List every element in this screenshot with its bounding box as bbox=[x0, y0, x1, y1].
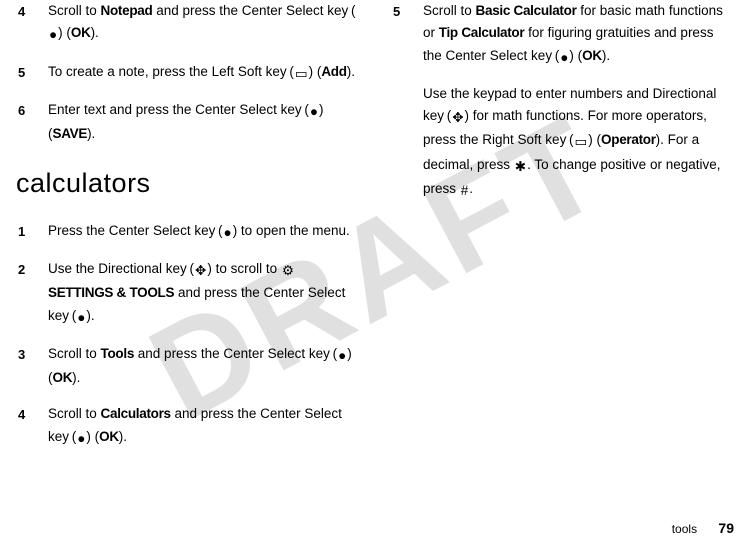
step-text: Use the Directional key (✥) to scroll to… bbox=[48, 258, 359, 329]
step-number: 3 bbox=[18, 343, 34, 390]
step-number: 5 bbox=[393, 0, 409, 69]
step-number: 6 bbox=[18, 99, 34, 146]
left-column: 4 Scroll to Notepad and press the Center … bbox=[18, 0, 359, 506]
hash-key-icon: # bbox=[461, 180, 469, 202]
step-number: 4 bbox=[18, 403, 34, 450]
instruction-step: 3 Scroll to Tools and press the Center Se… bbox=[18, 343, 359, 390]
page-footer: tools 79 bbox=[672, 517, 734, 540]
step-text: Press the Center Select key (●) to open … bbox=[48, 220, 359, 244]
center-select-icon: ● bbox=[560, 47, 568, 69]
instruction-step: 2Use the Directional key (✥) to scroll t… bbox=[18, 258, 359, 329]
instruction-step: 5Scroll to Basic Calculator for basic ma… bbox=[393, 0, 734, 69]
footer-page-number: 79 bbox=[718, 520, 734, 536]
center-select-icon: ● bbox=[310, 101, 318, 123]
instruction-step: 1 Press the Center Select key (●) to open… bbox=[18, 220, 359, 244]
footer-section: tools bbox=[672, 522, 697, 536]
instruction-step: 4 Scroll to Notepad and press the Center … bbox=[18, 0, 359, 47]
steps-group-c: 5Scroll to Basic Calculator for basic ma… bbox=[393, 0, 734, 69]
right-soft-key-icon: ▭ bbox=[575, 131, 588, 153]
left-soft-key-icon: ▭ bbox=[295, 63, 308, 85]
star-key-icon: ✱ bbox=[515, 156, 526, 178]
right-column: 5Scroll to Basic Calculator for basic ma… bbox=[393, 0, 734, 506]
step-text: Scroll to Tools and press the Center Sel… bbox=[48, 343, 359, 390]
section-heading-calculators: calculators bbox=[16, 161, 359, 206]
settings-tools-icon: ⚙ bbox=[282, 260, 294, 282]
step-number: 2 bbox=[18, 258, 34, 329]
step-text: To create a note, press the Left Soft ke… bbox=[48, 61, 359, 85]
step-text: Scroll to Notepad and press the Center S… bbox=[48, 0, 359, 47]
calculator-usage-paragraph: Use the keypad to enter numbers and Dire… bbox=[423, 83, 734, 202]
step-text: Scroll to Basic Calculator for basic mat… bbox=[423, 0, 734, 69]
directional-key-icon: ✥ bbox=[452, 107, 463, 129]
instruction-step: 5 To create a note, press the Left Soft k… bbox=[18, 61, 359, 85]
step-text: Scroll to Calculators and press the Cent… bbox=[48, 403, 359, 450]
center-select-icon: ● bbox=[49, 24, 57, 46]
step-text: Enter text and press the Center Select k… bbox=[48, 99, 359, 146]
step-number: 4 bbox=[18, 0, 34, 47]
page-content: 4 Scroll to Notepad and press the Center … bbox=[0, 0, 756, 506]
step-number: 5 bbox=[18, 61, 34, 85]
instruction-step: 4 Scroll to Calculators and press the Cen… bbox=[18, 403, 359, 450]
directional-key-icon: ✥ bbox=[195, 260, 206, 282]
step-number: 1 bbox=[18, 220, 34, 244]
center-select-icon: ● bbox=[77, 428, 85, 450]
steps-group-a: 4 Scroll to Notepad and press the Center … bbox=[18, 0, 359, 145]
center-select-icon: ● bbox=[338, 345, 346, 367]
instruction-step: 6 Enter text and press the Center Select … bbox=[18, 99, 359, 146]
center-select-icon: ● bbox=[77, 307, 85, 329]
center-select-icon: ● bbox=[224, 222, 232, 244]
steps-group-b: 1 Press the Center Select key (●) to open… bbox=[18, 220, 359, 450]
